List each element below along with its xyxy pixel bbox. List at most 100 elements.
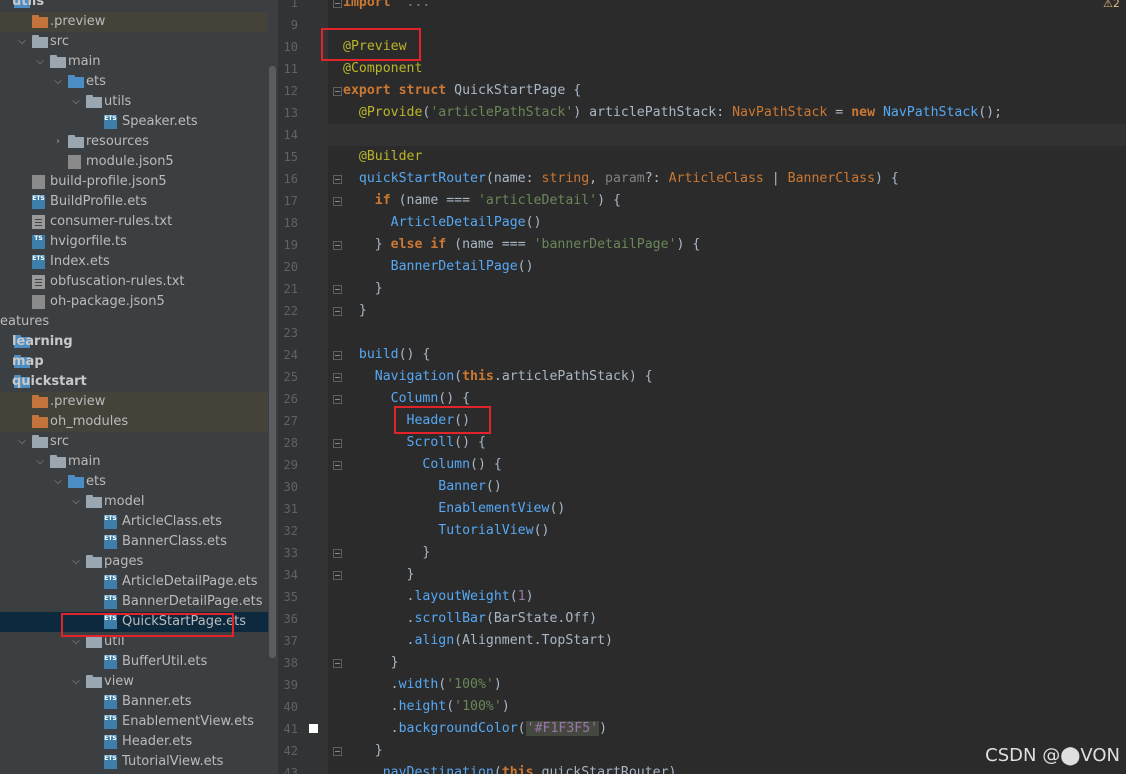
project-tree-scroll-thumb[interactable] bbox=[269, 66, 276, 658]
tree-item-articledetailpage-ets[interactable]: ETS ArticleDetailPage.ets bbox=[0, 572, 268, 592]
chevron-down-icon[interactable]: ⌵ bbox=[52, 472, 64, 492]
tree-item-src[interactable]: ⌵ src bbox=[0, 432, 268, 452]
code-line[interactable]: Navigation(this.articlePathStack) { bbox=[343, 366, 653, 388]
tree-item-src[interactable]: ⌵ src bbox=[0, 32, 268, 52]
tree-item-oh-modules[interactable]: oh_modules bbox=[0, 412, 268, 432]
code-line[interactable]: .scrollBar(BarState.Off) bbox=[343, 608, 598, 630]
tree-item-pages[interactable]: ⌵ pages bbox=[0, 552, 268, 572]
code-line[interactable]: } bbox=[343, 740, 383, 762]
code-line[interactable]: .height('100%') bbox=[343, 696, 510, 718]
tree-item-ets[interactable]: ⌵ ets bbox=[0, 72, 268, 92]
chevron-down-icon[interactable]: ⌵ bbox=[52, 72, 64, 92]
fold-marker-icon[interactable] bbox=[333, 87, 342, 96]
tree-item-learning[interactable]: learning bbox=[0, 332, 268, 352]
chevron-down-icon[interactable]: ⌵ bbox=[70, 92, 82, 112]
tree-item-utils[interactable]: utils bbox=[0, 0, 268, 12]
tree-item-header-ets[interactable]: ETS Header.ets bbox=[0, 732, 268, 752]
fold-marker-icon[interactable] bbox=[333, 395, 342, 404]
code-line[interactable]: ArticleDetailPage() bbox=[343, 212, 542, 234]
tree-item-tutorialview-ets[interactable]: ETS TutorialView.ets bbox=[0, 752, 268, 772]
code-line[interactable]: } bbox=[343, 542, 430, 564]
fold-marker-icon[interactable] bbox=[333, 747, 342, 756]
code-line[interactable]: .backgroundColor('#F1F3F5') bbox=[343, 718, 607, 740]
code-line[interactable]: if (name === 'articleDetail') { bbox=[343, 190, 621, 212]
code-line[interactable]: } bbox=[343, 278, 383, 300]
code-line[interactable]: } bbox=[343, 300, 367, 322]
tree-item-eatures[interactable]: eatures bbox=[0, 312, 268, 332]
chevron-right-icon[interactable]: › bbox=[52, 132, 64, 152]
tree-item-bannerclass-ets[interactable]: ETS BannerClass.ets bbox=[0, 532, 268, 552]
project-tree-scrollbar[interactable] bbox=[268, 0, 278, 774]
tree-item-resources[interactable]: › resources bbox=[0, 132, 268, 152]
code-line[interactable]: } else if (name === 'bannerDetailPage') … bbox=[343, 234, 701, 256]
code-line[interactable]: .width('100%') bbox=[343, 674, 502, 696]
fold-marker-icon[interactable] bbox=[333, 439, 342, 448]
tree-item-build-profile-json5[interactable]: build-profile.json5 bbox=[0, 172, 268, 192]
code-line[interactable]: Banner() bbox=[343, 476, 502, 498]
tree-item-buildprofile-ets[interactable]: ETS BuildProfile.ets bbox=[0, 192, 268, 212]
chevron-down-icon[interactable]: ⌵ bbox=[70, 672, 82, 692]
fold-marker-icon[interactable] bbox=[333, 549, 342, 558]
code-line[interactable]: export struct QuickStartPage { bbox=[343, 80, 581, 102]
fold-marker-icon[interactable] bbox=[333, 197, 342, 206]
tree-item-map[interactable]: map bbox=[0, 352, 268, 372]
tree-item-articleclass-ets[interactable]: ETS ArticleClass.ets bbox=[0, 512, 268, 532]
tree-item-view[interactable]: ⌵ view bbox=[0, 672, 268, 692]
code-line[interactable]: BannerDetailPage() bbox=[343, 256, 534, 278]
code-line[interactable]: @Provide('articlePathStack') articlePath… bbox=[343, 102, 1002, 124]
chevron-down-icon[interactable]: ⌵ bbox=[70, 552, 82, 572]
code-line[interactable]: EnablementView() bbox=[343, 498, 565, 520]
code-line[interactable]: Column() { bbox=[343, 454, 501, 476]
warning-count-badge[interactable]: ⚠2 bbox=[1103, 0, 1120, 10]
code-line[interactable]: quickStartRouter(name: string, param?: A… bbox=[343, 168, 899, 190]
tree-item-model[interactable]: ⌵ model bbox=[0, 492, 268, 512]
code-line[interactable]: Scroll() { bbox=[343, 432, 486, 454]
tree-item-module-json5[interactable]: module.json5 bbox=[0, 152, 268, 172]
code-line[interactable]: @Component bbox=[343, 58, 422, 80]
fold-marker-icon[interactable] bbox=[333, 659, 342, 668]
code-line[interactable]: .navDestination(this.quickStartRouter) bbox=[343, 762, 677, 774]
fold-marker-icon[interactable] bbox=[333, 241, 342, 250]
fold-marker-icon[interactable] bbox=[333, 307, 342, 316]
tree-item-ets[interactable]: ⌵ ets bbox=[0, 472, 268, 492]
chevron-down-icon[interactable]: ⌵ bbox=[34, 52, 46, 72]
tree-item-main[interactable]: ⌵ main bbox=[0, 452, 268, 472]
tree-item-hvigorfile-ts[interactable]: TS hvigorfile.ts bbox=[0, 232, 268, 252]
tree-item-label: ets bbox=[86, 74, 106, 89]
tree-item-banner-ets[interactable]: ETS Banner.ets bbox=[0, 692, 268, 712]
code-line[interactable]: @Builder bbox=[343, 146, 423, 168]
tree-item-speaker-ets[interactable]: ETS Speaker.ets bbox=[0, 112, 268, 132]
tree-item-enablementview-ets[interactable]: ETS EnablementView.ets bbox=[0, 712, 268, 732]
tree-item-oh-package-json5[interactable]: oh-package.json5 bbox=[0, 292, 268, 312]
fold-marker-icon[interactable] bbox=[333, 175, 342, 184]
chevron-down-icon[interactable]: ⌵ bbox=[70, 492, 82, 512]
tree-item-utils[interactable]: ⌵ utils bbox=[0, 92, 268, 112]
code-line[interactable]: } bbox=[343, 652, 399, 674]
fold-marker-icon[interactable] bbox=[333, 0, 342, 8]
fold-marker-icon[interactable] bbox=[333, 285, 342, 294]
fold-marker-icon[interactable] bbox=[333, 461, 342, 470]
code-line[interactable]: build() { bbox=[343, 344, 430, 366]
tree-item-main[interactable]: ⌵ main bbox=[0, 52, 268, 72]
code-editor[interactable]: 1 9 10 11 12 13 14 15 16 17 18 19 20 21 22 23 24 25 26 27 28… bbox=[278, 0, 1126, 774]
code-line[interactable]: import ... bbox=[343, 0, 430, 14]
fold-marker-icon[interactable] bbox=[333, 373, 342, 382]
tree-item-obfuscation-rules-txt[interactable]: obfuscation-rules.txt bbox=[0, 272, 268, 292]
code-line[interactable]: .layoutWeight(1) bbox=[343, 586, 534, 608]
tree-item-preview[interactable]: .preview bbox=[0, 392, 268, 412]
code-line[interactable]: .align(Alignment.TopStart) bbox=[343, 630, 613, 652]
chevron-down-icon[interactable]: ⌵ bbox=[34, 452, 46, 472]
code-line[interactable]: } bbox=[343, 564, 415, 586]
fold-marker-icon[interactable] bbox=[333, 571, 342, 580]
fold-marker-icon[interactable] bbox=[333, 351, 342, 360]
tree-item-bufferutil-ets[interactable]: ETS BufferUtil.ets bbox=[0, 652, 268, 672]
tree-item-consumer-rules-txt[interactable]: consumer-rules.txt bbox=[0, 212, 268, 232]
tree-item-quickstart[interactable]: quickstart bbox=[0, 372, 268, 392]
tree-item-index-ets[interactable]: ETS Index.ets bbox=[0, 252, 268, 272]
chevron-down-icon[interactable]: ⌵ bbox=[16, 432, 28, 452]
tree-item-bannerdetailpage-ets[interactable]: ETS BannerDetailPage.ets bbox=[0, 592, 268, 612]
tree-item-preview[interactable]: .preview bbox=[0, 12, 268, 32]
chevron-down-icon[interactable]: ⌵ bbox=[16, 32, 28, 52]
code-line[interactable]: TutorialView() bbox=[343, 520, 549, 542]
breakpoint-marker-icon[interactable] bbox=[309, 724, 318, 733]
